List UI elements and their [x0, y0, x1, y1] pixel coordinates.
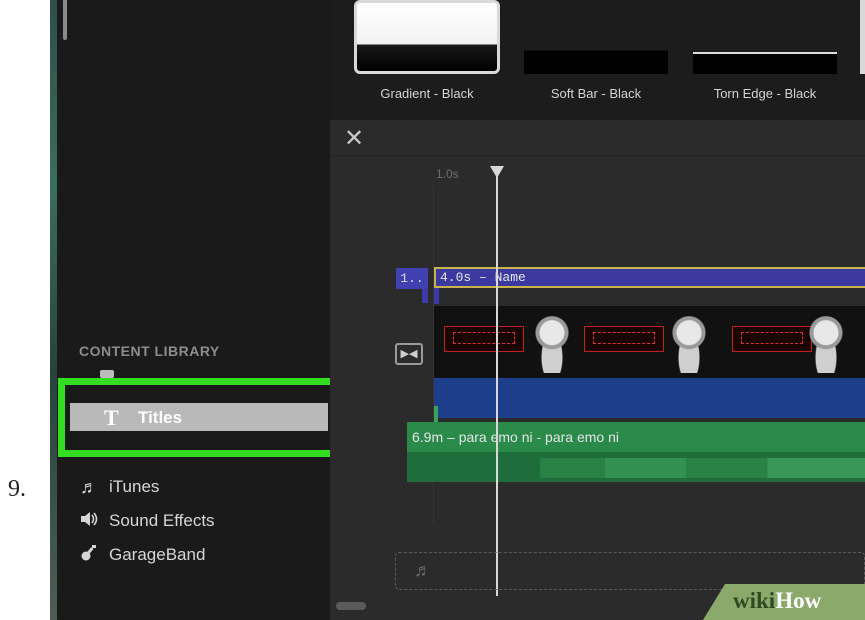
sidebar-item-garageband[interactable]: GarageBand [79, 544, 205, 566]
music-note-icon: ♬ [414, 560, 432, 580]
title-thumb-gradient-black[interactable] [354, 0, 500, 74]
music-clip[interactable]: 6.9m – para emo ni - para emo ni [407, 422, 865, 452]
window-edge [50, 0, 57, 620]
video-frame [444, 326, 524, 352]
clip-audio-track[interactable] [434, 378, 865, 418]
sidebar-item-sound-effects[interactable]: Sound Effects [79, 510, 215, 532]
video-clip[interactable] [434, 306, 865, 378]
music-note-icon: ♬ [80, 476, 98, 497]
ruler-time-label: 1.0s [436, 167, 459, 181]
sidebar-scrollbar[interactable] [63, 0, 67, 40]
title-caption: Gradient - Black [380, 86, 474, 101]
timeline-scrollbar[interactable] [336, 602, 366, 610]
video-frame [669, 311, 709, 373]
title-thumb-next[interactable] [860, 0, 865, 74]
clip-badge[interactable]: 1.. [396, 268, 428, 289]
video-frame [532, 311, 572, 373]
transition-icon[interactable]: ▶◀ [395, 343, 423, 365]
title-caption: Soft Bar - Black [550, 86, 642, 101]
sidebar-item-label: Sound Effects [109, 511, 215, 530]
clip-badge-tail [422, 289, 428, 303]
playhead[interactable] [496, 168, 498, 596]
title-clip[interactable]: 4.0s – Name [434, 267, 865, 288]
title-caption: Torn Edge - Black [713, 86, 817, 101]
title-clip-tail [434, 288, 439, 304]
library-item-partial[interactable] [100, 370, 114, 378]
waveform-shape [540, 458, 865, 478]
wikihow-watermark: wikiHow [703, 584, 865, 620]
title-thumb-torn-edge-black[interactable] [693, 0, 837, 74]
title-thumb-soft-bar-black[interactable] [524, 0, 668, 74]
titles-highlight-box [58, 378, 338, 457]
video-frame [584, 326, 664, 352]
speaker-icon [79, 511, 99, 532]
watermark-how: How [775, 588, 822, 613]
step-number: 9. [8, 476, 26, 502]
audio-marker [434, 406, 438, 422]
guitar-icon [79, 544, 99, 567]
close-icon[interactable]: ✕ [344, 124, 364, 153]
watermark-wiki: wiki [733, 588, 776, 613]
video-frame [732, 326, 812, 352]
sidebar-item-label: iTunes [109, 477, 160, 496]
sidebar-item-itunes[interactable]: ♬ iTunes [79, 476, 159, 498]
video-frame [806, 311, 846, 373]
content-library-heading: CONTENT LIBRARY [79, 343, 220, 359]
sidebar-item-label: GarageBand [109, 545, 206, 564]
timeline-divider [330, 155, 865, 156]
